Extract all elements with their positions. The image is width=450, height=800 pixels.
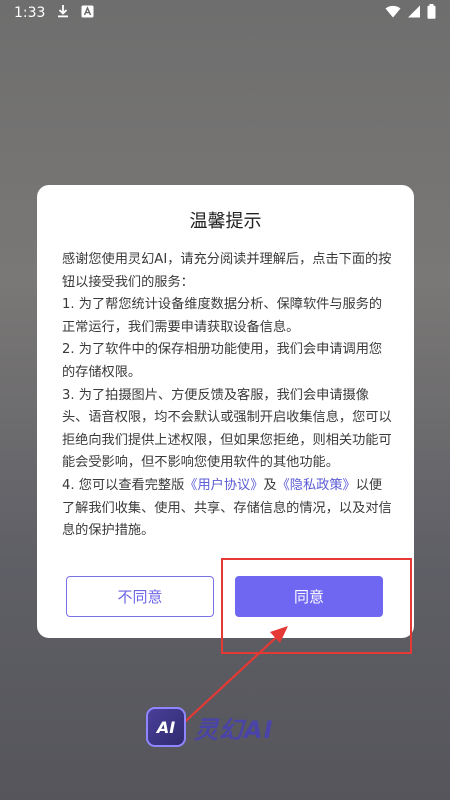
dialog-body: 感谢您使用灵幻AI，请充分阅读并理解后，点击下面的按钮以接受我们的服务： 1. … <box>62 249 392 543</box>
status-bar: 1:33 <box>0 0 450 26</box>
wifi-icon <box>385 5 401 22</box>
status-right <box>385 3 436 23</box>
battery-icon <box>427 3 436 23</box>
item4-prefix: 4. 您可以查看完整版 <box>62 477 185 493</box>
download-icon <box>57 4 69 22</box>
app-logo: AI 灵幻AI <box>146 707 274 747</box>
intro-text: 感谢您使用灵幻AI，请充分阅读并理解后，点击下面的按钮以接受我们的服务： <box>62 252 392 290</box>
item-camera-audio: 3. 为了拍摄图片、方便反馈及客服，我们会申请摄像头、语音权限，均不会默认或强制… <box>62 387 392 471</box>
dialog-title: 温馨提示 <box>189 211 262 232</box>
status-left: 1:33 <box>14 4 94 22</box>
logo-mark: AI <box>146 707 186 747</box>
user-agreement-link[interactable]: 《用户协议》 <box>184 478 263 493</box>
logo-text: 灵幻AI <box>194 715 274 744</box>
disagree-button[interactable]: 不同意 <box>66 576 214 617</box>
app-notification-icon <box>81 5 94 22</box>
item-agreements: 4. 您可以查看完整版《用户协议》及《隐私政策》以便了解我们收集、使用、共享、存… <box>62 475 392 543</box>
highlight-box <box>221 558 412 654</box>
privacy-policy-link[interactable]: 《隐私政策》 <box>277 478 356 493</box>
status-time: 1:33 <box>14 5 46 21</box>
item-device-info: 1. 为了帮您统计设备维度数据分析、保障软件与服务的正常运行，我们需要申请获取设… <box>62 297 383 335</box>
item-storage: 2. 为了软件中的保存相册功能使用，我们会申请调用您的存储权限。 <box>62 342 383 380</box>
signal-icon <box>407 5 421 22</box>
item4-and: 及 <box>263 477 277 493</box>
